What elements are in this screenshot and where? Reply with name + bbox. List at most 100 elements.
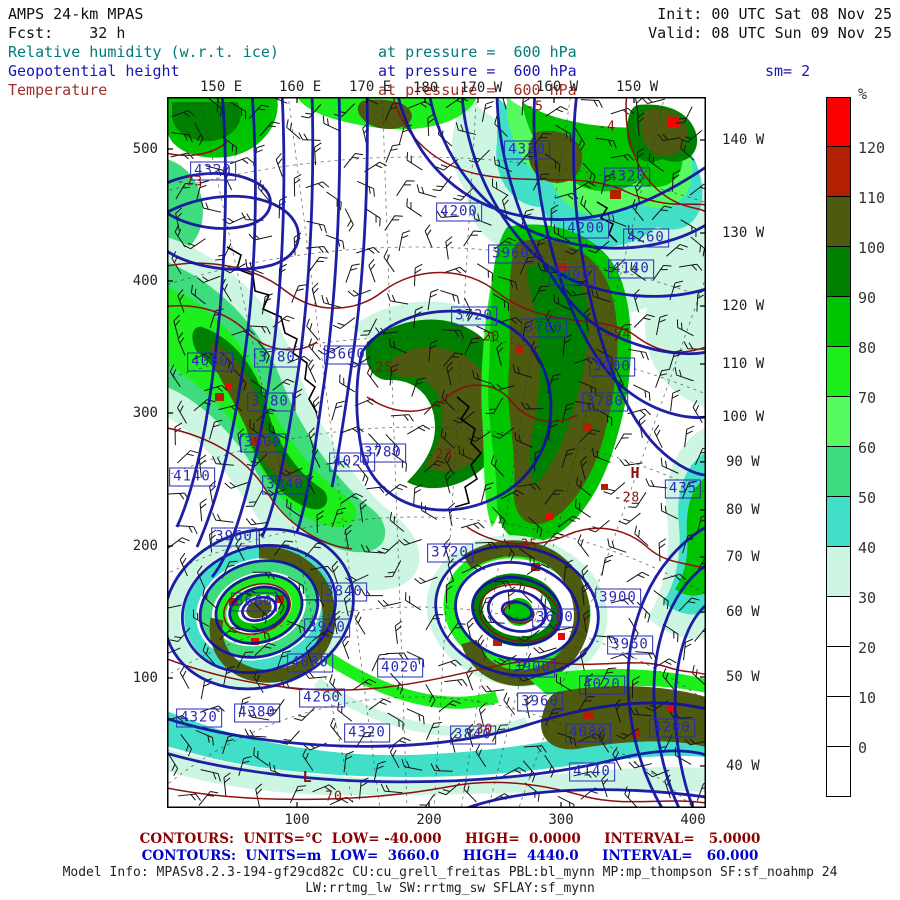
height-contour-label: 3720 bbox=[427, 543, 473, 563]
colorbar-segment bbox=[826, 197, 851, 247]
left-axis-tick: 300 bbox=[132, 405, 158, 421]
colorbar-segment bbox=[826, 247, 851, 297]
colorbar-tick: 10 bbox=[858, 689, 877, 707]
height-contour-label: 3840 bbox=[321, 582, 367, 602]
right-axis-label: 130 W bbox=[722, 225, 765, 241]
amps-forecast-plot: AMPS 24-km MPAS Fcst: 32 h Init: 00 UTC … bbox=[0, 0, 900, 900]
temp-contour-label: -20 bbox=[473, 329, 501, 345]
temp-contour-label: -23 bbox=[426, 447, 454, 463]
forecast-hour-label: Fcst: 32 h bbox=[8, 24, 126, 42]
colorbar-tick: 50 bbox=[858, 489, 877, 507]
right-axis-label: 90 W bbox=[726, 454, 760, 470]
height-contour-label: 3840 bbox=[262, 475, 308, 495]
height-contour-label: 4140 bbox=[608, 259, 654, 279]
right-axis-label: 80 W bbox=[726, 502, 760, 518]
colorbar-tick: 0 bbox=[858, 739, 868, 757]
height-contour-label: 3720 bbox=[451, 306, 497, 326]
colorbar-tick: 80 bbox=[858, 339, 877, 357]
colorbar-segment bbox=[826, 697, 851, 747]
colorbar-segment bbox=[826, 297, 851, 347]
height-contour-label: 4140 bbox=[169, 467, 215, 487]
right-axis-label: 140 W bbox=[722, 132, 765, 148]
height-contour-label: 4080 bbox=[287, 653, 333, 673]
height-contour-label: 3900 bbox=[304, 618, 350, 638]
height-contour-label: 3960 bbox=[211, 527, 257, 547]
height-contour-label: 3900 bbox=[549, 266, 595, 286]
temp-contour-label: -5 bbox=[526, 99, 544, 115]
height-contour-label: 4020 bbox=[329, 452, 375, 472]
field-hgt-level: at pressure = 600 hPa bbox=[378, 62, 577, 80]
temp-contour-label: -4 bbox=[598, 119, 616, 135]
height-contour-label: 3780 bbox=[254, 348, 300, 368]
top-axis-label: 170 E bbox=[349, 79, 392, 95]
height-contour-label: 4080 bbox=[565, 723, 611, 743]
top-axis-label: 180 bbox=[413, 80, 439, 96]
colorbar-segment bbox=[826, 547, 851, 597]
height-contour-label: 3960 bbox=[517, 692, 563, 712]
right-axis-label: 50 W bbox=[726, 669, 760, 685]
low-center-marker: L bbox=[302, 768, 312, 786]
colorbar-tick: 70 bbox=[858, 389, 877, 407]
colorbar-tick: 110 bbox=[858, 189, 886, 207]
height-contour-label: 4260 bbox=[299, 688, 345, 708]
forecast-map: 4320 4320 4320 4260 4200 4200 4140 3960 … bbox=[167, 97, 706, 808]
height-contour-label: 3780 bbox=[521, 318, 567, 338]
height-contour-label: 3900 bbox=[509, 658, 555, 678]
top-axis-label: 150 W bbox=[616, 79, 659, 95]
height-contour-label: 3900 bbox=[595, 588, 641, 608]
page-title: AMPS 24-km MPAS bbox=[8, 5, 144, 23]
left-axis-tick: 100 bbox=[132, 670, 158, 686]
height-contour-label: 4380 bbox=[234, 703, 280, 723]
height-contour-label: 4320 bbox=[344, 723, 390, 743]
field-temp-label: Temperature bbox=[8, 81, 108, 99]
colorbar-segment bbox=[826, 447, 851, 497]
init-time-label: Init: 00 UTC Sat 08 Nov 25 bbox=[657, 5, 892, 23]
left-axis-tick: 400 bbox=[132, 273, 158, 289]
colorbar-tick: 60 bbox=[858, 439, 877, 457]
right-axis-label: 70 W bbox=[726, 549, 760, 565]
colorbar-tick: 100 bbox=[858, 239, 886, 257]
top-axis-label: 160 W bbox=[536, 79, 579, 95]
colorbar-tick: 120 bbox=[858, 139, 886, 157]
colorbar bbox=[826, 97, 851, 797]
field-rh-label: Relative humidity (w.r.t. ice) bbox=[8, 43, 279, 61]
smoothing-label: sm= 2 bbox=[765, 62, 811, 80]
colorbar-segment bbox=[826, 147, 851, 197]
height-contour-label: 4260 bbox=[623, 228, 669, 248]
left-axis-tick: 200 bbox=[132, 538, 158, 554]
height-contour-label: 4020 bbox=[377, 658, 423, 678]
height-contour-label: 4320 bbox=[504, 140, 550, 160]
right-axis-label: 100 W bbox=[722, 409, 765, 425]
temp-contour-label: -73 bbox=[176, 174, 204, 190]
temp-contour-info: CONTOURS: UNITS=°C LOW= -40.000 HIGH= 0.… bbox=[139, 831, 761, 847]
temp-contour-label: -28 bbox=[613, 490, 641, 506]
temp-contour-label: -35 bbox=[511, 537, 539, 553]
height-contour-label: 3900 bbox=[240, 433, 286, 453]
height-contour-label: 4200 bbox=[563, 219, 609, 239]
model-info-line1: Model Info: MPASv8.2.3-194-gf29cd82c CU:… bbox=[62, 865, 838, 880]
height-contour-label: 4200 bbox=[649, 718, 695, 738]
field-hgt-label: Geopotential height bbox=[8, 62, 180, 80]
height-contour-label: 4320 bbox=[604, 167, 650, 187]
height-contour-info: CONTOURS: UNITS=m LOW= 3660.0 HIGH= 4440… bbox=[141, 848, 759, 864]
bottom-axis-tick: 100 bbox=[284, 812, 310, 828]
height-contour-label: 4020 bbox=[579, 675, 625, 695]
colorbar-tick: 40 bbox=[858, 539, 877, 557]
height-contour-label: 4140 bbox=[569, 762, 615, 782]
height-contour-label: 435 bbox=[664, 479, 702, 499]
field-rh-level: at pressure = 600 hPa bbox=[378, 43, 577, 61]
height-contour-label: 4080 bbox=[187, 352, 233, 372]
valid-time-label: Valid: 08 UTC Sun 09 Nov 25 bbox=[648, 24, 892, 42]
height-contour-label: 3900 bbox=[589, 357, 635, 377]
colorbar-segment bbox=[826, 347, 851, 397]
temp-contour-label: -30 bbox=[466, 722, 494, 738]
height-contour-label: 3780 bbox=[247, 392, 293, 412]
height-contour-label: 3660 bbox=[532, 608, 578, 628]
colorbar-segment bbox=[826, 397, 851, 447]
high-center-marker: H bbox=[630, 464, 640, 482]
right-axis-label: 120 W bbox=[722, 298, 765, 314]
height-contour-label: 3660 bbox=[231, 592, 277, 612]
height-contour-label: 3960 bbox=[488, 244, 534, 264]
colorbar-segment bbox=[826, 497, 851, 547]
top-axis-label: 150 E bbox=[200, 79, 243, 95]
